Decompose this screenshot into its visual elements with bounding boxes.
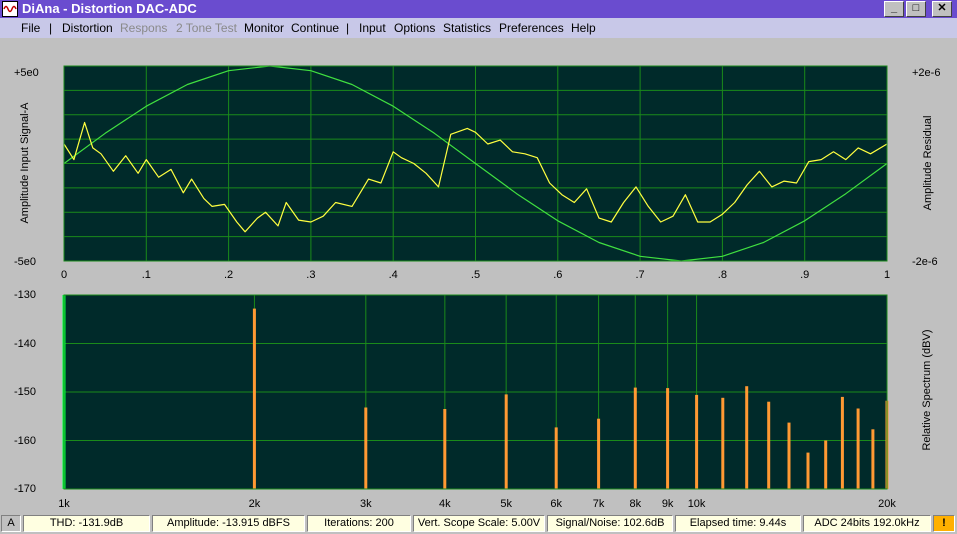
scope-x-tick: .1 [141,269,151,281]
spectrum-x-tick: 6k [550,498,563,510]
scope-left-axis-title: Amplitude Input Signal-A [19,102,31,224]
spectrum-x-tick: 4k [439,498,451,510]
spectrum-x-tick: 2k [248,498,261,510]
spectrum-y-tick: -160 [14,434,37,447]
scope-x-tick: .6 [553,269,563,281]
spectrum-x-tick: 8k [629,498,642,510]
status-scope-scale: Vert. Scope Scale: 5.00V [413,515,545,532]
harmonic-bar [745,386,749,489]
harmonic-bar [840,396,844,489]
status-amplitude: Amplitude: -13.915 dBFS [152,515,305,532]
harmonic-bar [252,308,256,489]
scope-x-tick: .8 [717,269,727,281]
harmonic-bar [554,427,558,489]
harmonic-bar [767,401,771,489]
scope-x-tick: .3 [306,269,316,281]
harmonic-bar [721,397,725,489]
status-channel[interactable]: A [1,515,21,532]
scope-x-tick: .7 [635,269,645,281]
scope-x-tick: .9 [800,269,810,281]
status-warning-icon[interactable]: ! [933,515,955,532]
spectrum-x-tick: 10k [687,498,706,510]
spectrum-x-tick: 5k [500,498,512,510]
scope-left-min-label: -5e0 [14,256,37,268]
harmonic-bar [806,452,810,489]
harmonic-bar [824,440,828,489]
spectrum-y-tick: -150 [14,386,37,398]
spectrum-y-tick: -130 [14,289,37,301]
status-elapsed-time: Elapsed time: 9.44s [675,515,801,532]
status-bar: A THD: -131.9dB Amplitude: -13.915 dBFS … [0,514,957,534]
scope-x-tick: .4 [388,269,398,281]
scope-x-tick: .5 [470,269,481,281]
status-signal-noise: Signal/Noise: 102.6dB [547,515,673,532]
harmonic-bar [666,388,670,489]
scope-right-axis-title: Amplitude Residual [922,115,934,211]
status-iterations: Iterations: 200 [307,515,411,532]
spectrum-right-axis-title: Relative Spectrum (dBV) [921,329,933,451]
spectrum-x-tick: 20k [878,498,896,510]
spectrum-x-tick: 1k [58,498,70,510]
scope-left-max-label: +5e0 [14,67,39,79]
spectrum-x-tick: 9k [661,498,674,510]
harmonic-bar [856,408,860,489]
scope-x-tick: .2 [224,269,234,281]
harmonic-bar [695,394,699,489]
spectrum-y-tick: -140 [14,337,37,350]
scope-x-tick: 1 [883,269,891,281]
status-adc: ADC 24bits 192.0kHz [803,515,931,532]
spectrum-x-tick: 3k [360,498,372,510]
harmonic-bar [504,394,508,489]
harmonic-bar [364,407,368,489]
harmonic-bar [443,409,447,489]
harmonic-bar [633,387,637,489]
spectrum-y-tick: -170 [14,483,37,495]
harmonic-bar [871,429,875,489]
analyzer-charts [62,65,889,490]
harmonic-bar [787,422,791,489]
scope-x-tick: 0 [60,269,68,281]
harmonic-bar [597,418,601,489]
status-thd: THD: -131.9dB [23,515,150,532]
spectrum-x-tick: 7k [592,498,605,510]
scope-right-min-label: -2e-6 [912,256,938,268]
scope-right-max-label: +2e-6 [912,67,941,79]
